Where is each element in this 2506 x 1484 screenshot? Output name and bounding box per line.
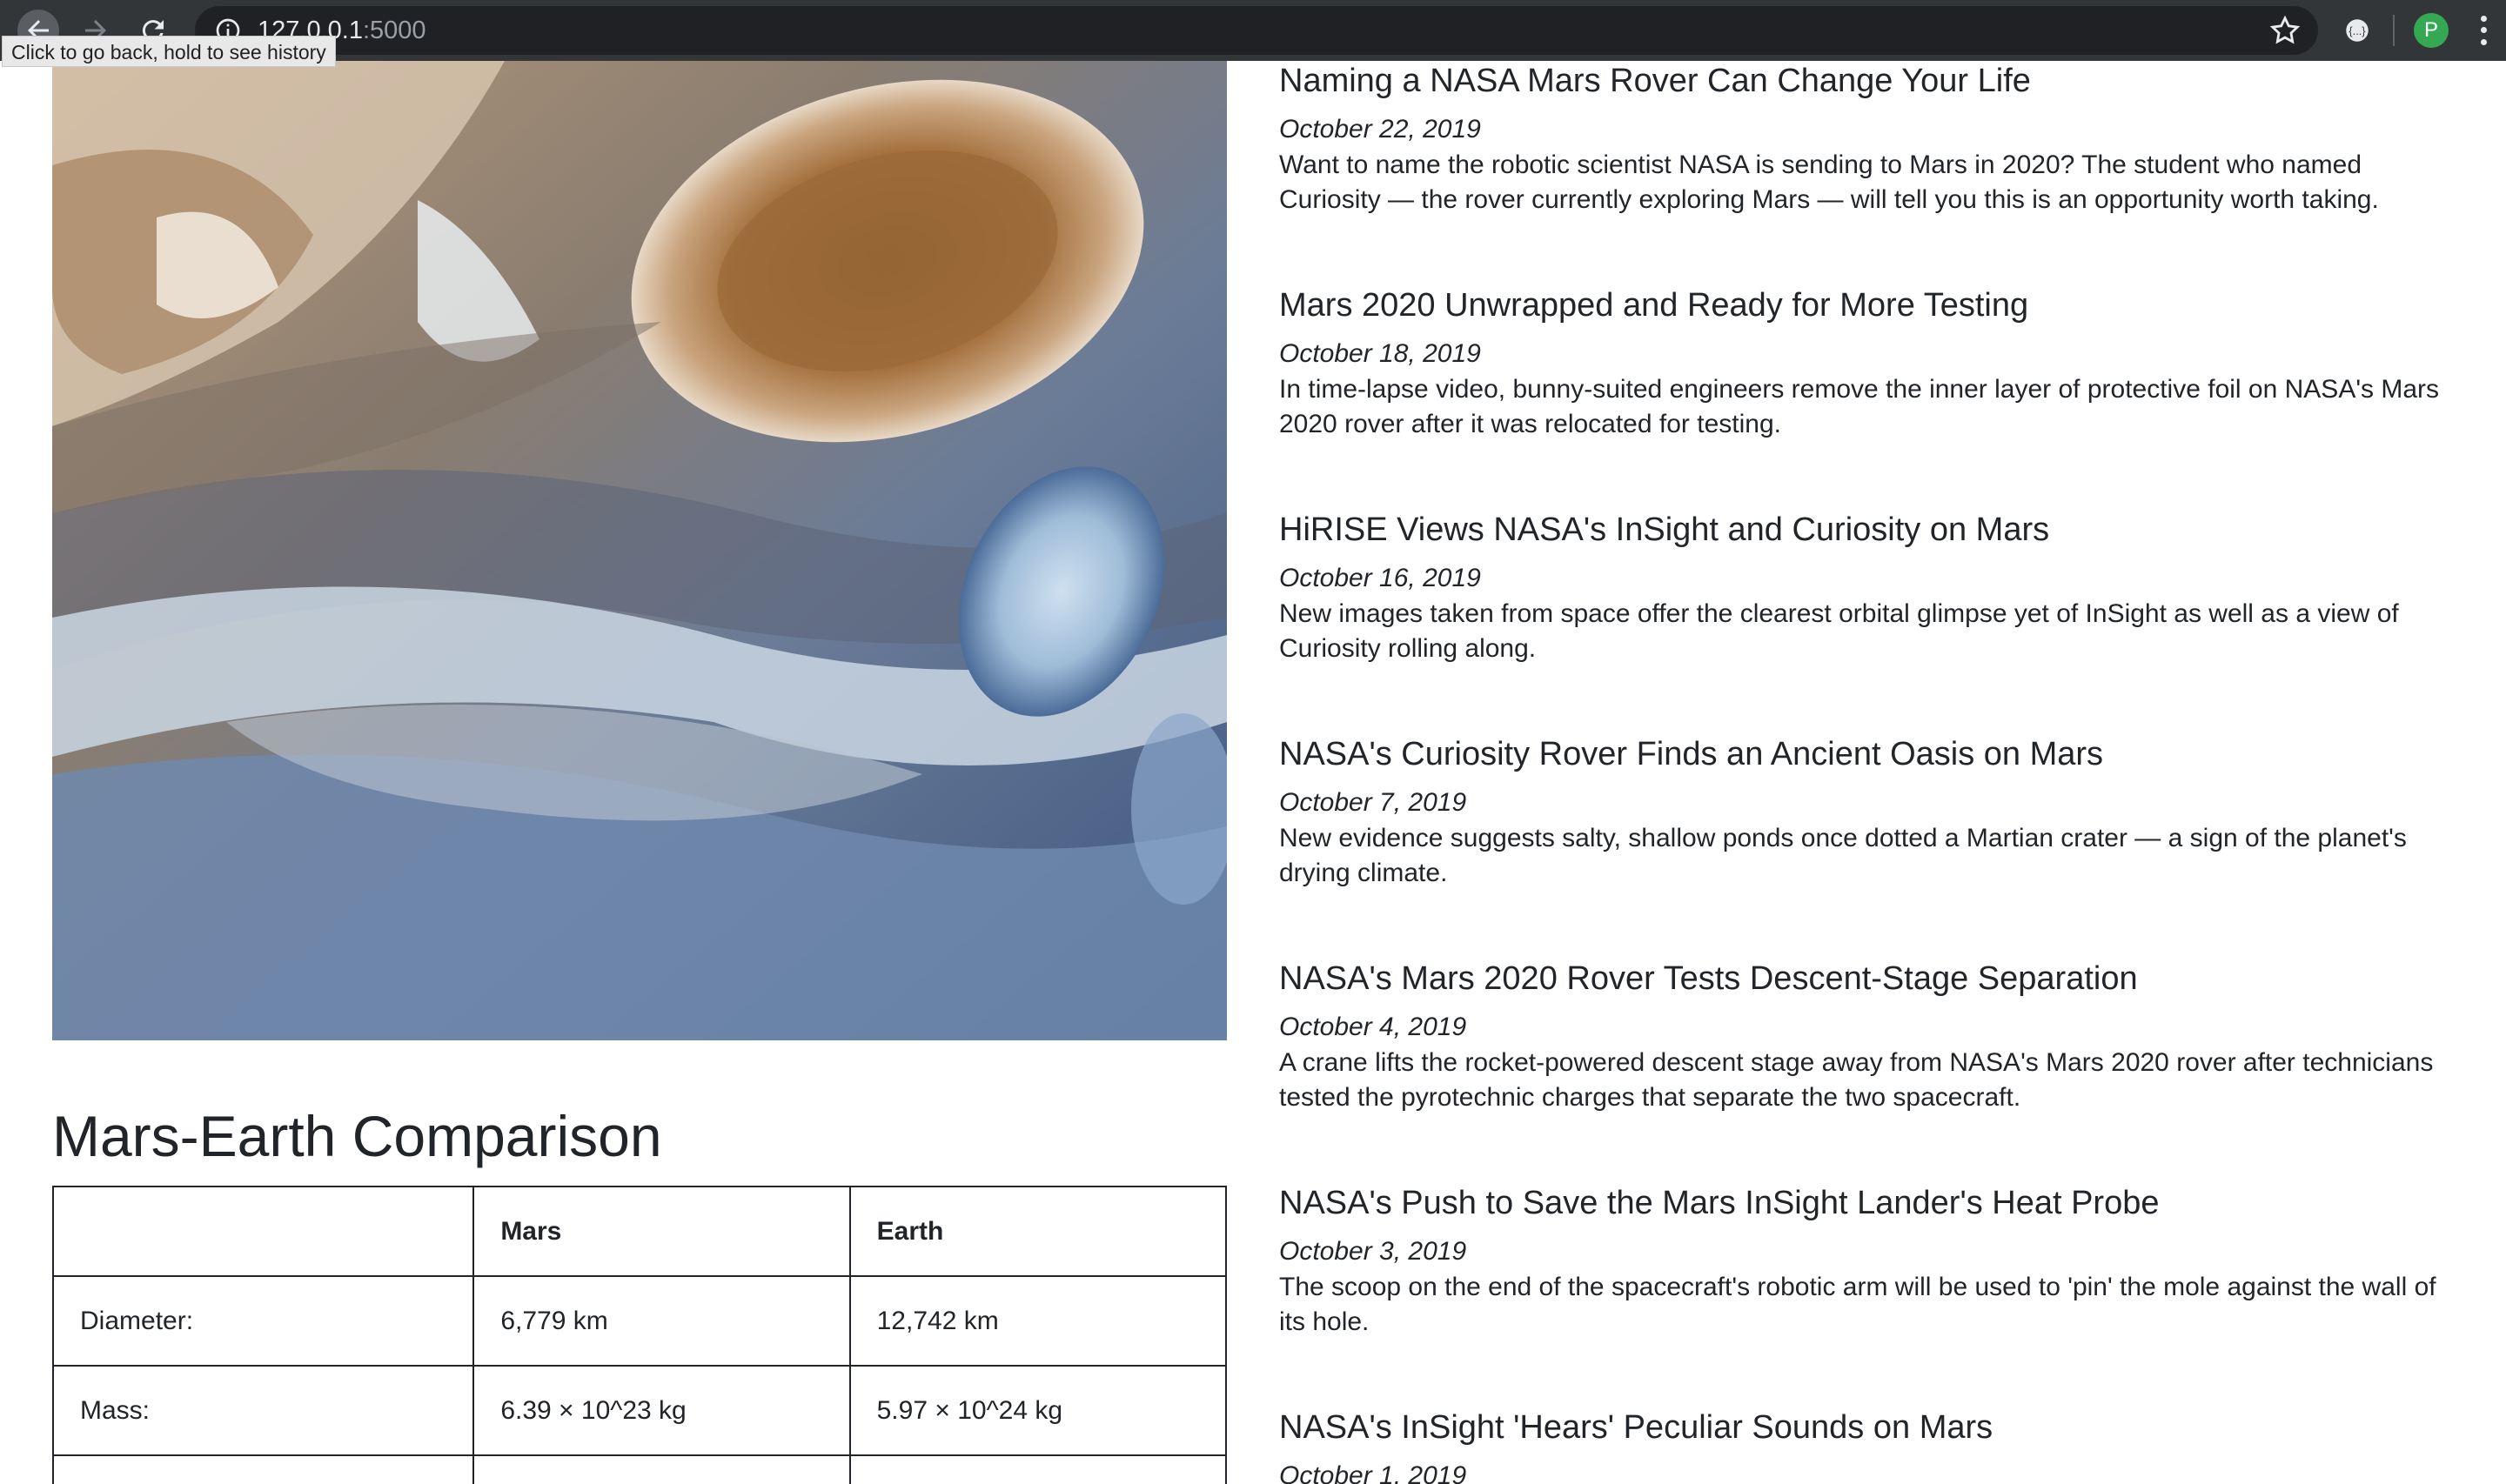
- back-tooltip: Click to go back, hold to see history: [2, 36, 336, 67]
- table-header-cell: Mars: [472, 1186, 851, 1277]
- news-article: NASA's Push to Save the Mars InSight Lan…: [1279, 1183, 2462, 1340]
- news-article: Mars 2020 Unwrapped and Ready for More T…: [1279, 285, 2462, 442]
- browser-menu-icon[interactable]: [2478, 13, 2489, 48]
- news-title[interactable]: NASA's Mars 2020 Rover Tests Descent-Sta…: [1279, 959, 2462, 999]
- news-title[interactable]: Naming a NASA Mars Rover Can Change Your…: [1279, 61, 2462, 101]
- table-row: Diameter: 6,779 km 12,742 km: [51, 1275, 1228, 1367]
- toolbar-separator: [2393, 15, 2395, 46]
- news-date: October 22, 2019: [1279, 115, 1481, 144]
- svg-text:{...}: {...}: [2349, 24, 2366, 37]
- news-date: October 18, 2019: [1279, 339, 1481, 368]
- table-cell: 12,742 km: [848, 1275, 1228, 1367]
- featured-image[interactable]: [52, 61, 1227, 1040]
- extension-icon[interactable]: {...}: [2342, 16, 2372, 45]
- news-teaser: The scoop on the end of the spacecraft's…: [1279, 1273, 2436, 1336]
- table-row: Mass: 6.39 × 10^23 kg 5.97 × 10^24 kg: [51, 1365, 1228, 1456]
- table-header-cell: [51, 1186, 475, 1277]
- news-date: October 1, 2019: [1279, 1461, 1467, 1484]
- table-row: [51, 1454, 1228, 1484]
- news-teaser: In time-lapse video, bunny-suited engine…: [1279, 375, 2440, 438]
- news-date: October 16, 2019: [1279, 564, 1481, 592]
- news-title[interactable]: NASA's Curiosity Rover Finds an Ancient …: [1279, 734, 2462, 774]
- news-date: October 3, 2019: [1279, 1237, 1467, 1266]
- news-teaser: A crane lifts the rocket-powered descent…: [1279, 1048, 2434, 1112]
- table-cell: 5.97 × 10^24 kg: [848, 1365, 1228, 1456]
- news-date: October 7, 2019: [1279, 788, 1467, 817]
- news-title[interactable]: NASA's Push to Save the Mars InSight Lan…: [1279, 1183, 2462, 1223]
- table-cell: 6.39 × 10^23 kg: [472, 1365, 851, 1456]
- table-cell: Mass:: [51, 1365, 475, 1456]
- news-article: HiRISE Views NASA's InSight and Curiosit…: [1279, 510, 2462, 666]
- profile-avatar[interactable]: P: [2414, 13, 2449, 48]
- news-title[interactable]: HiRISE Views NASA's InSight and Curiosit…: [1279, 510, 2462, 550]
- news-article: Naming a NASA Mars Rover Can Change Your…: [1279, 61, 2462, 217]
- news-title[interactable]: NASA's InSight 'Hears' Peculiar Sounds o…: [1279, 1407, 2462, 1447]
- news-article: NASA's InSight 'Hears' Peculiar Sounds o…: [1279, 1407, 2462, 1484]
- table-cell: [848, 1454, 1228, 1484]
- news-article: NASA's Curiosity Rover Finds an Ancient …: [1279, 734, 2462, 891]
- page-content: Mars-Earth Comparison Mars Earth Diamete…: [0, 61, 2506, 1484]
- table-cell: 6,779 km: [472, 1275, 851, 1367]
- comparison-title: Mars-Earth Comparison: [52, 1104, 662, 1168]
- table-header-row: Mars Earth: [51, 1186, 1228, 1277]
- news-teaser: New evidence suggests salty, shallow pon…: [1279, 824, 2407, 887]
- address-bar[interactable]: 127.0.0.1:5000: [195, 6, 2318, 55]
- news-title[interactable]: Mars 2020 Unwrapped and Ready for More T…: [1279, 285, 2462, 325]
- news-teaser: New images taken from space offer the cl…: [1279, 599, 2399, 663]
- table-header-cell: Earth: [848, 1186, 1228, 1277]
- table-cell: Diameter:: [51, 1275, 475, 1367]
- news-article: NASA's Mars 2020 Rover Tests Descent-Sta…: [1279, 959, 2462, 1115]
- news-date: October 4, 2019: [1279, 1013, 1467, 1041]
- jupiter-storm-image: [52, 61, 1227, 1040]
- comparison-table: Mars Earth Diameter: 6,779 km 12,742 km …: [51, 1186, 1228, 1484]
- url-port: :5000: [362, 16, 426, 44]
- news-teaser: Want to name the robotic scientist NASA …: [1279, 150, 2379, 214]
- bookmark-star-icon[interactable]: [2268, 13, 2302, 48]
- browser-toolbar: 127.0.0.1:5000 {...} P: [0, 0, 2506, 61]
- table-cell: [472, 1454, 851, 1484]
- table-cell: [51, 1454, 475, 1484]
